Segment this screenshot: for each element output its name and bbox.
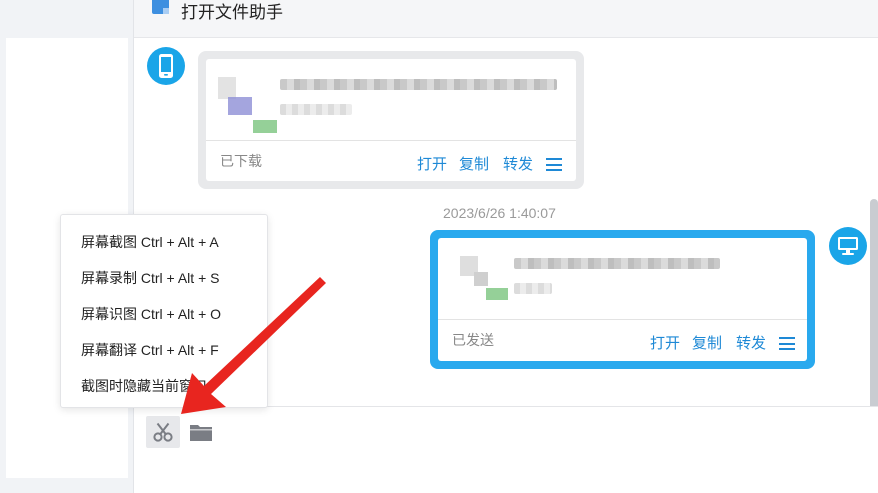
- window-title: 打开文件助手: [181, 3, 283, 22]
- file-icon: [152, 0, 169, 14]
- sent-status: 已发送: [452, 332, 494, 348]
- file-size-blurred: [280, 104, 352, 115]
- menu-item-screenshot[interactable]: 屏幕截图 Ctrl + Alt + A: [81, 232, 219, 252]
- phone-icon: [159, 54, 173, 78]
- title-bar: 打开文件助手: [134, 0, 878, 38]
- copy-link[interactable]: 复制: [692, 332, 722, 353]
- copy-link[interactable]: 复制: [459, 153, 489, 174]
- screenshot-menu: 屏幕截图 Ctrl + Alt + A 屏幕录制 Ctrl + Alt + S …: [60, 214, 268, 408]
- file-name-blurred: [514, 258, 720, 269]
- file-thumbnail-part: [228, 97, 252, 115]
- file-name-blurred: [280, 79, 557, 90]
- app-stage: 打开文件助手 已下载 打开 复制 转发 2023/6/26 1:40:07 已发…: [0, 0, 878, 493]
- menu-item-screen-recognize[interactable]: 屏幕识图 Ctrl + Alt + O: [81, 304, 221, 324]
- file-thumbnail: [218, 77, 236, 99]
- file-thumbnail-part: [486, 288, 508, 300]
- message-timestamp: 2023/6/26 1:40:07: [443, 205, 556, 221]
- outgoing-file-message[interactable]: 已发送 打开 复制 转发: [430, 230, 815, 369]
- phone-avatar[interactable]: [147, 47, 185, 85]
- menu-item-screen-translate[interactable]: 屏幕翻译 Ctrl + Alt + F: [81, 340, 219, 360]
- open-link[interactable]: 打开: [417, 153, 447, 174]
- menu-icon[interactable]: [546, 158, 562, 171]
- menu-icon[interactable]: [779, 337, 795, 350]
- file-size-blurred: [514, 283, 552, 294]
- open-link[interactable]: 打开: [650, 332, 680, 353]
- card-divider: [438, 319, 807, 320]
- screenshot-button[interactable]: [146, 416, 180, 448]
- menu-item-hide-window[interactable]: 截图时隐藏当前窗口: [81, 376, 207, 396]
- file-card[interactable]: 已发送 打开 复制 转发: [438, 238, 807, 361]
- file-button[interactable]: [184, 416, 218, 448]
- file-card[interactable]: 已下载 打开 复制 转发: [206, 59, 576, 181]
- incoming-file-message[interactable]: 已下载 打开 复制 转发: [198, 51, 584, 189]
- folder-icon: [190, 425, 212, 441]
- monitor-icon: [838, 237, 858, 255]
- forward-link[interactable]: 转发: [503, 153, 533, 174]
- scissors-icon: [153, 422, 173, 442]
- menu-item-screen-record[interactable]: 屏幕录制 Ctrl + Alt + S: [81, 268, 219, 288]
- file-thumbnail-part: [474, 272, 488, 286]
- monitor-avatar[interactable]: [829, 227, 867, 265]
- input-area[interactable]: [134, 406, 878, 493]
- card-divider: [206, 140, 576, 141]
- scrollbar[interactable]: [870, 199, 878, 439]
- download-status: 已下载: [220, 153, 262, 169]
- file-thumbnail-part: [253, 120, 277, 133]
- forward-link[interactable]: 转发: [736, 332, 766, 353]
